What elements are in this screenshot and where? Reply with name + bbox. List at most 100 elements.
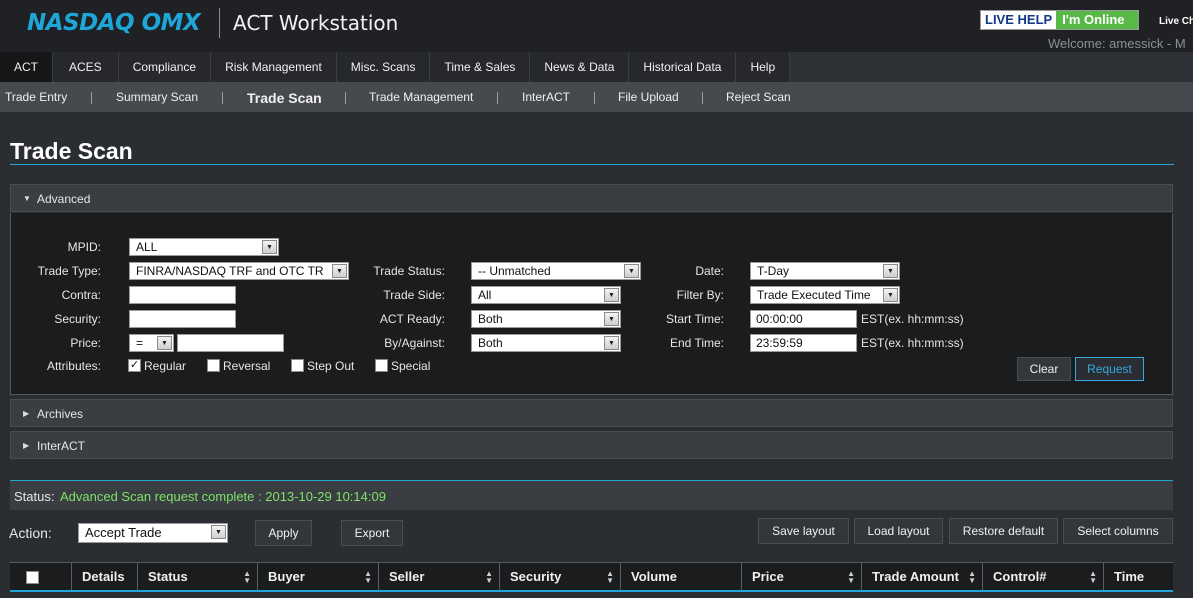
interact-panel-header[interactable]: ▶ InterACT xyxy=(10,431,1173,459)
archives-panel-header[interactable]: ▶ Archives xyxy=(10,399,1173,427)
chevron-down-icon: ▼ xyxy=(157,336,172,350)
subnav-trade-management[interactable]: Trade Management xyxy=(369,90,473,104)
trade-side-select[interactable]: All ▼ xyxy=(471,286,621,304)
column-status[interactable]: Status ▲ ▼ xyxy=(138,563,258,591)
page-title: Trade Scan xyxy=(10,138,133,164)
start-time-hint: EST(ex. hh:mm:ss) xyxy=(861,312,964,326)
mpid-select[interactable]: ALL ▼ xyxy=(129,238,279,256)
attributes-label: Attributes: xyxy=(46,359,101,373)
top-header: NASDAQ OMX ACT Workstation LIVE HELP I'm… xyxy=(0,0,1193,52)
end-time-label: End Time: xyxy=(669,336,724,350)
trade-status-value: -- Unmatched xyxy=(478,264,551,278)
column-trade-amount[interactable]: Trade Amount ▲ ▼ xyxy=(862,563,983,591)
tab-news-data[interactable]: News & Data xyxy=(530,52,630,82)
trade-type-label: Trade Type: xyxy=(37,264,101,278)
sub-nav: Trade Entry Summary Scan Trade Scan Trad… xyxy=(0,82,1193,112)
column-seller[interactable]: Seller ▲ ▼ xyxy=(379,563,500,591)
act-ready-value: Both xyxy=(478,312,503,326)
chevron-down-icon: ▼ xyxy=(883,264,898,278)
header-divider xyxy=(219,8,220,38)
trade-type-select[interactable]: FINRA/NASDAQ TRF and OTC TR ▼ xyxy=(129,262,349,280)
subnav-divider xyxy=(91,92,92,104)
column-security-label: Security xyxy=(510,569,562,584)
action-select[interactable]: Accept Trade ▼ xyxy=(78,523,228,543)
column-price[interactable]: Price ▲ ▼ xyxy=(742,563,862,591)
tab-risk-management[interactable]: Risk Management xyxy=(211,52,337,82)
advanced-panel-body: MPID: ALL ▼ Trade Type: FINRA/NASDAQ TRF … xyxy=(10,213,1173,395)
date-select[interactable]: T-Day ▼ xyxy=(750,262,900,280)
title-underline xyxy=(10,164,1174,165)
live-chat-link[interactable]: Live Ch xyxy=(1159,16,1193,27)
column-details[interactable]: Details xyxy=(72,563,138,591)
price-input[interactable] xyxy=(177,334,284,352)
contra-input[interactable] xyxy=(129,286,236,304)
tab-compliance[interactable]: Compliance xyxy=(118,52,212,82)
tab-aces[interactable]: ACES xyxy=(53,52,119,82)
subnav-interact[interactable]: InterACT xyxy=(522,90,570,104)
column-time[interactable]: Time xyxy=(1104,563,1173,591)
subnav-file-upload[interactable]: File Upload xyxy=(618,90,679,104)
trade-status-select[interactable]: -- Unmatched ▼ xyxy=(471,262,641,280)
security-label: Security: xyxy=(54,312,101,326)
step-out-checkbox[interactable] xyxy=(291,359,304,372)
column-volume[interactable]: Volume xyxy=(621,563,742,591)
app-title: ACT Workstation xyxy=(233,11,399,35)
status-message: Advanced Scan request complete : 2013-10… xyxy=(60,489,386,504)
reversal-checkbox[interactable] xyxy=(207,359,220,372)
save-layout-button[interactable]: Save layout xyxy=(758,518,849,544)
online-status-badge[interactable]: I'm Online xyxy=(1056,11,1139,29)
sort-icon: ▲ ▼ xyxy=(485,569,493,585)
regular-checkbox[interactable]: ✓ xyxy=(128,359,141,372)
status-label: Status: xyxy=(14,489,55,504)
security-input[interactable] xyxy=(129,310,236,328)
caret-right-icon: ▶ xyxy=(23,409,30,418)
chevron-down-icon: ▼ xyxy=(624,264,639,278)
column-status-label: Status xyxy=(148,569,188,584)
request-button[interactable]: Request xyxy=(1075,357,1144,381)
column-trade-amount-label: Trade Amount xyxy=(872,569,959,584)
export-button[interactable]: Export xyxy=(341,520,403,546)
main-nav: ACT ACES Compliance Risk Management Misc… xyxy=(0,52,1193,82)
mpid-value: ALL xyxy=(136,240,158,254)
tab-act[interactable]: ACT xyxy=(0,52,53,82)
trade-side-value: All xyxy=(478,288,492,302)
column-control[interactable]: Control# ▲ ▼ xyxy=(983,563,1104,591)
tab-misc-scans[interactable]: Misc. Scans xyxy=(336,52,431,82)
end-time-input[interactable]: 23:59:59 xyxy=(750,334,857,352)
special-checkbox[interactable] xyxy=(375,359,388,372)
trade-type-value: FINRA/NASDAQ TRF and OTC TR xyxy=(136,264,324,278)
by-against-select[interactable]: Both ▼ xyxy=(471,334,621,352)
act-ready-select[interactable]: Both ▼ xyxy=(471,310,621,328)
clear-button[interactable]: Clear xyxy=(1017,357,1071,381)
price-operator-select[interactable]: = ▼ xyxy=(129,334,174,352)
live-help-label[interactable]: LIVE HELP xyxy=(981,11,1057,29)
act-ready-label: ACT Ready: xyxy=(379,312,445,326)
column-security[interactable]: Security ▲ ▼ xyxy=(500,563,621,591)
sort-icon: ▲ ▼ xyxy=(1089,569,1097,585)
sort-icon: ▲ ▼ xyxy=(968,569,976,585)
chevron-down-icon: ▼ xyxy=(604,288,619,302)
live-help-widget[interactable]: LIVE HELP I'm Online xyxy=(980,10,1140,30)
subnav-trade-entry[interactable]: Trade Entry xyxy=(5,90,67,104)
column-buyer[interactable]: Buyer ▲ ▼ xyxy=(258,563,379,591)
grid-header-underline xyxy=(10,590,1173,592)
trade-side-label: Trade Side: xyxy=(383,288,445,302)
select-columns-button[interactable]: Select columns xyxy=(1063,518,1173,544)
column-time-label: Time xyxy=(1114,569,1145,584)
subnav-trade-scan[interactable]: Trade Scan xyxy=(247,90,322,106)
start-time-input[interactable]: 00:00:00 xyxy=(750,310,857,328)
tab-historical-data[interactable]: Historical Data xyxy=(629,52,737,82)
reversal-checkbox-label: Reversal xyxy=(223,359,271,373)
tab-time-sales[interactable]: Time & Sales xyxy=(430,52,531,82)
apply-button[interactable]: Apply xyxy=(255,520,312,546)
subnav-reject-scan[interactable]: Reject Scan xyxy=(726,90,791,104)
load-layout-button[interactable]: Load layout xyxy=(854,518,943,544)
restore-default-button[interactable]: Restore default xyxy=(949,518,1058,544)
select-all-column xyxy=(10,563,72,591)
subnav-summary-scan[interactable]: Summary Scan xyxy=(116,90,198,104)
tab-help[interactable]: Help xyxy=(736,52,791,82)
filter-by-select[interactable]: Trade Executed Time ▼ xyxy=(750,286,900,304)
action-value: Accept Trade xyxy=(85,525,162,540)
advanced-panel-header[interactable]: ▼ Advanced xyxy=(10,184,1173,212)
select-all-checkbox[interactable] xyxy=(26,571,39,584)
